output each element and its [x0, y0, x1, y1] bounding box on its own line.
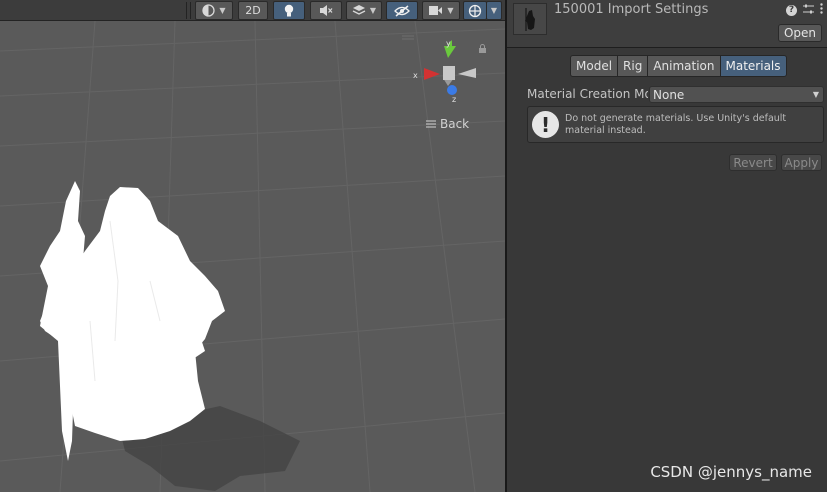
toolbar-separator	[186, 2, 187, 19]
tab-animation[interactable]: Animation	[647, 55, 721, 77]
gizmo-globe-icon	[468, 4, 482, 18]
header-icons: ?	[786, 3, 823, 17]
inspector-panel: 150001 Import Settings ? Open Model Rig …	[505, 0, 827, 492]
help-text: Do not generate materials. Use Unity's d…	[565, 113, 787, 136]
chevron-down-icon: ▼	[812, 90, 819, 99]
layers-effects-icon	[352, 4, 366, 17]
lighting-toggle-button[interactable]	[273, 1, 305, 20]
chevron-down-icon: ▼	[447, 6, 454, 15]
camera-settings-dropdown[interactable]: ▼	[422, 1, 460, 20]
more-icon[interactable]	[820, 3, 823, 17]
x-axis-cone	[424, 68, 440, 80]
tab-materials[interactable]: Materials	[719, 55, 787, 77]
chevron-down-icon: ▼	[369, 6, 377, 15]
shading-mode-dropdown[interactable]: ▼	[195, 1, 233, 20]
unity-editor: ▼ 2D ▼ ▼ ▼ x y z Back 150001 Import Sett…	[0, 0, 827, 492]
inspector-header: 150001 Import Settings ? Open	[507, 0, 827, 48]
tab-model[interactable]: Model	[570, 55, 619, 77]
chevron-down-icon: ▼	[219, 6, 226, 15]
open-button[interactable]: Open	[778, 24, 822, 42]
apply-button[interactable]: Apply	[781, 154, 822, 171]
asset-title: 150001 Import Settings	[554, 2, 709, 17]
toolbar-separator	[190, 2, 191, 19]
material-creation-dropdown[interactable]: None ▼	[649, 86, 824, 103]
eye-hidden-icon	[394, 4, 410, 17]
audio-toggle-button[interactable]	[310, 1, 342, 20]
help-box: ! Do not generate materials. Use Unity's…	[527, 106, 824, 143]
material-creation-row: Material Creation Mode None ▼	[527, 86, 825, 103]
asset-thumbnail	[513, 3, 547, 35]
help-icon[interactable]: ?	[786, 4, 797, 16]
back-perspective-toggle[interactable]: Back	[426, 117, 469, 131]
import-tabs: Model Rig Animation Materials	[570, 55, 787, 77]
orientation-gizmo[interactable]: x y z	[410, 38, 490, 108]
scene-toolbar: ▼ 2D ▼ ▼ ▼	[0, 0, 505, 21]
chevron-down-icon: ▼	[490, 6, 498, 15]
scene-visibility-toggle[interactable]	[386, 1, 418, 20]
sphere-shading-icon	[202, 4, 216, 17]
sliders-icon[interactable]	[803, 4, 814, 17]
menu-lines-icon	[426, 117, 436, 131]
gizmos-dropdown-button[interactable]: ▼	[486, 1, 502, 20]
exclamation-icon: !	[532, 111, 559, 138]
material-creation-label: Material Creation Mode	[527, 87, 648, 101]
effects-dropdown[interactable]: ▼	[346, 1, 382, 20]
toggle-2d-button[interactable]: 2D	[238, 1, 268, 20]
camera-icon	[428, 5, 443, 16]
z-axis-cone	[447, 85, 457, 95]
scene-view[interactable]: ▼ 2D ▼ ▼ ▼ x y z Back	[0, 0, 505, 492]
light-bulb-icon	[283, 4, 295, 18]
audio-mute-icon	[319, 4, 333, 17]
revert-button[interactable]: Revert	[729, 154, 777, 171]
gizmos-toggle-button[interactable]	[463, 1, 487, 20]
tab-rig[interactable]: Rig	[617, 55, 649, 77]
watermark: CSDN @jennys_name	[650, 463, 812, 481]
